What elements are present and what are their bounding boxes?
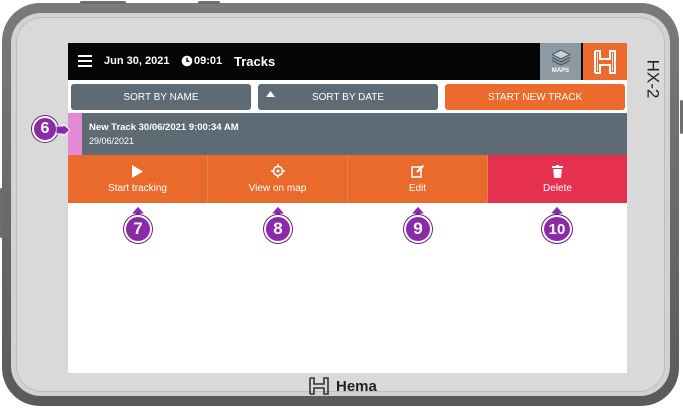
callout-number: 6 [40,120,50,137]
page-title: Tracks [234,54,276,69]
caret-up-icon [266,91,275,97]
sort-by-date-button[interactable]: SORT BY DATE [258,84,438,110]
brand-name: Hema [336,377,377,395]
view-on-map-label: View on map [248,183,307,194]
side-button-left [0,188,3,238]
maps-label: MAPS [551,68,570,74]
callout-badge-delete: 10 [542,215,572,243]
date-display: Jun 30, 2021 [104,55,170,67]
hema-home-button[interactable] [583,43,627,80]
app-screen: Jun 30, 2021 09:01 Tracks MAPS SORT BY N… [68,43,627,373]
callout-badge-start-tracking: 7 [124,215,152,243]
brand-footer: Hema [308,375,377,397]
side-button-top-2 [198,1,220,4]
callout-number: 7 [133,219,143,238]
hema-logo-icon [309,377,329,395]
start-tracking-label: Start tracking [108,183,167,194]
maps-button[interactable]: MAPS [540,43,581,80]
top-bar: Jun 30, 2021 09:01 Tracks MAPS [68,43,627,80]
callout-arrow-right-icon [56,124,70,136]
track-color-marker [68,113,82,155]
edit-button[interactable]: Edit [348,155,488,203]
layers-icon [550,49,571,66]
hamburger-menu-icon[interactable] [78,55,92,67]
play-icon [132,164,143,178]
track-date: 29/06/2021 [89,136,135,146]
callout-number: 9 [413,219,423,238]
callout-badge-track-row: 6 [32,116,58,142]
sort-by-name-button[interactable]: SORT BY NAME [71,84,251,110]
edit-icon [410,164,424,178]
clock-icon [181,55,193,67]
start-new-track-label: START NEW TRACK [487,91,583,103]
sort-by-date-label: SORT BY DATE [311,91,385,103]
delete-button[interactable]: Delete [488,155,627,203]
edit-label: Edit [408,183,427,194]
track-list-item[interactable]: New Track 30/06/2021 9:00:34 AM 29/06/20… [68,113,627,155]
sort-toolbar: SORT BY NAME SORT BY DATE START NEW TRAC… [68,84,627,110]
callout-badge-edit: 9 [404,215,432,243]
track-name: New Track 30/06/2021 9:00:34 AM [89,122,239,133]
start-tracking-button[interactable]: Start tracking [68,155,208,203]
callout-badge-view-on-map: 8 [264,215,292,243]
crosshair-icon [270,164,285,178]
callout-number: 8 [273,219,283,238]
time-display: 09:01 [194,55,223,67]
hema-logo-icon [594,49,616,74]
side-button-top-1 [80,1,126,4]
sort-by-name-label: SORT BY NAME [123,91,199,103]
view-on-map-button[interactable]: View on map [208,155,348,203]
trash-icon [552,164,563,178]
model-text: HX-2 [643,59,663,99]
callout-number: 10 [548,220,566,238]
model-label: HX-2 [639,44,665,114]
track-actions: Start tracking View on map Edit Delete [68,155,627,203]
delete-label: Delete [543,183,572,194]
start-new-track-button[interactable]: START NEW TRACK [445,84,625,110]
